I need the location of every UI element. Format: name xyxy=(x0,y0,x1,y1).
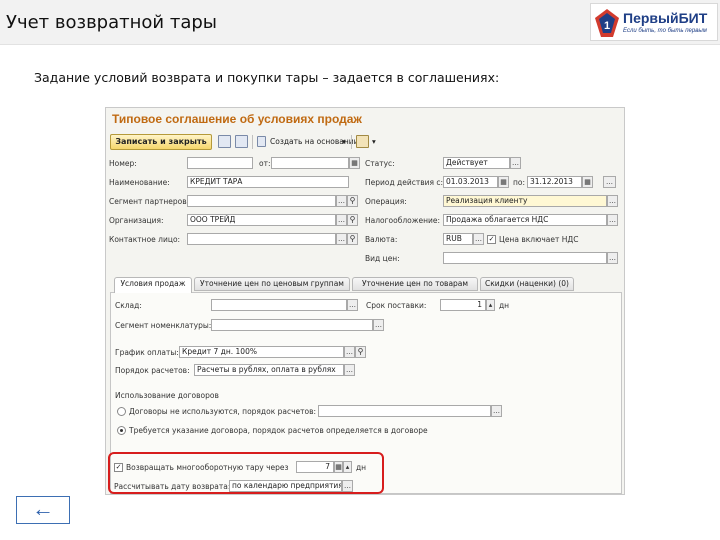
choose-icon[interactable]: … xyxy=(336,214,347,226)
tax-field[interactable]: Продажа облагается НДС xyxy=(443,214,607,226)
search-icon[interactable]: ⚲ xyxy=(355,346,366,358)
search-icon[interactable]: ⚲ xyxy=(347,233,358,245)
choose-icon[interactable]: … xyxy=(344,346,355,358)
period-to-label: по: xyxy=(513,178,526,187)
highlight-frame xyxy=(108,452,384,494)
warehouse-label: Склад: xyxy=(115,301,142,310)
logo-name: ПервыйБИТ xyxy=(623,10,708,26)
slide-header: Учет возвратной тары 1 ПервыйБИТ Если бы… xyxy=(0,0,720,45)
period-from-field[interactable]: 01.03.2013 xyxy=(443,176,498,188)
settlement-field[interactable]: Расчеты в рублях, оплата в рублях xyxy=(194,364,344,376)
price-type-field[interactable] xyxy=(443,252,607,264)
period-select-icon[interactable]: … xyxy=(603,176,616,188)
choose-icon[interactable]: … xyxy=(336,233,347,245)
number-field[interactable] xyxy=(187,157,253,169)
name-field[interactable]: КРЕДИТ ТАРА xyxy=(187,176,349,188)
tab-price-products[interactable]: Уточнение цен по товарам xyxy=(352,277,478,291)
search-icon[interactable]: ⚲ xyxy=(347,195,358,207)
logo-slogan: Если быть, то быть первым xyxy=(623,28,707,34)
choose-icon[interactable]: … xyxy=(607,252,618,264)
contracts-required-radio[interactable] xyxy=(117,426,126,435)
contracts-not-used-radio[interactable] xyxy=(117,407,126,416)
payment-schedule-label: График оплаты: xyxy=(115,348,179,357)
segment-label: Сегмент партнеров: xyxy=(109,197,190,206)
delivery-unit: дн xyxy=(499,301,510,310)
contracts-header: Использование договоров xyxy=(115,391,219,400)
delivery-term-label: Срок поставки: xyxy=(366,301,427,310)
search-icon[interactable]: ⚲ xyxy=(347,214,358,226)
logo-mark-icon: 1 xyxy=(595,9,619,37)
choose-icon[interactable]: … xyxy=(607,214,618,226)
tab-price-groups[interactable]: Уточнение цен по ценовым группам xyxy=(194,277,350,291)
calendar-icon[interactable]: ▦ xyxy=(498,176,509,188)
chevron-down-icon[interactable]: ▾ xyxy=(342,137,346,146)
tab-sales-terms[interactable]: Условия продаж xyxy=(114,277,192,293)
toolbar-separator xyxy=(252,135,253,149)
currency-field[interactable]: RUB xyxy=(443,233,473,245)
choose-icon[interactable]: … xyxy=(344,364,355,376)
payment-schedule-field[interactable]: Кредит 7 дн. 100% xyxy=(179,346,344,358)
segment-field[interactable] xyxy=(187,195,336,207)
status-label: Статус: xyxy=(365,159,395,168)
operation-field[interactable]: Реализация клиенту xyxy=(443,195,607,207)
nomenclature-segment-field[interactable] xyxy=(211,319,373,331)
company-logo: 1 ПервыйБИТ Если быть, то быть первым xyxy=(590,3,718,41)
calendar-icon[interactable]: ▦ xyxy=(582,176,593,188)
contracts-required-label: Требуется указание договора, порядок рас… xyxy=(129,426,428,435)
save-and-close-button[interactable]: Записать и закрыть xyxy=(110,134,212,150)
choose-icon[interactable]: … xyxy=(347,299,358,311)
delivery-term-field[interactable]: 1 xyxy=(440,299,486,311)
price-includes-vat-checkbox[interactable]: ✓ xyxy=(487,235,496,244)
agreement-form: Типовое соглашение об условиях продаж За… xyxy=(105,107,625,495)
period-label: Период действия с: xyxy=(365,178,444,187)
organization-label: Организация: xyxy=(109,216,164,225)
nomenclature-segment-label: Сегмент номенклатуры: xyxy=(115,321,212,330)
slide-title: Учет возвратной тары xyxy=(6,12,217,33)
number-label: Номер: xyxy=(109,159,137,168)
contact-field[interactable] xyxy=(187,233,336,245)
period-to-field[interactable]: 31.12.2013 xyxy=(527,176,582,188)
slide-subtitle: Задание условий возврата и покупки тары … xyxy=(34,70,500,85)
organization-field[interactable]: ООО ТРЕЙД xyxy=(187,214,336,226)
choose-icon[interactable]: … xyxy=(510,157,521,169)
choose-icon[interactable]: … xyxy=(373,319,384,331)
form-title: Типовое соглашение об условиях продаж xyxy=(112,112,362,126)
tax-label: Налогообложение: xyxy=(365,216,441,225)
warehouse-field[interactable] xyxy=(211,299,347,311)
status-field[interactable]: Действует xyxy=(443,157,510,169)
contracts-settlement-field[interactable] xyxy=(318,405,491,417)
form-toolbar: Записать и закрыть Создать на основании … xyxy=(106,132,624,152)
contact-label: Контактное лицо: xyxy=(109,235,181,244)
svg-text:1: 1 xyxy=(604,20,610,32)
toolbar-separator xyxy=(351,135,352,149)
from-label: от: xyxy=(259,159,271,168)
attachments-icon[interactable] xyxy=(356,135,369,148)
save-icon[interactable] xyxy=(218,135,231,148)
settlement-label: Порядок расчетов: xyxy=(115,366,190,375)
calendar-icon[interactable]: ▦ xyxy=(349,157,360,169)
date-field[interactable] xyxy=(271,157,349,169)
print-icon[interactable] xyxy=(235,135,248,148)
tab-discounts[interactable]: Скидки (наценки) (0) xyxy=(480,277,574,291)
name-label: Наименование: xyxy=(109,178,170,187)
back-arrow-button[interactable]: ← xyxy=(16,496,70,524)
contracts-not-used-label: Договоры не используются, порядок расчет… xyxy=(129,407,317,416)
chevron-down-icon[interactable]: ▾ xyxy=(372,137,376,146)
price-includes-vat-label: Цена включает НДС xyxy=(499,235,579,244)
operation-label: Операция: xyxy=(365,197,407,206)
stepper-icon[interactable]: ▴ xyxy=(486,299,495,311)
choose-icon[interactable]: … xyxy=(336,195,347,207)
choose-icon[interactable]: … xyxy=(491,405,502,417)
choose-icon[interactable]: … xyxy=(473,233,484,245)
document-icon xyxy=(257,136,266,147)
currency-label: Валюта: xyxy=(365,235,398,244)
choose-icon[interactable]: … xyxy=(607,195,618,207)
price-type-label: Вид цен: xyxy=(365,254,400,263)
